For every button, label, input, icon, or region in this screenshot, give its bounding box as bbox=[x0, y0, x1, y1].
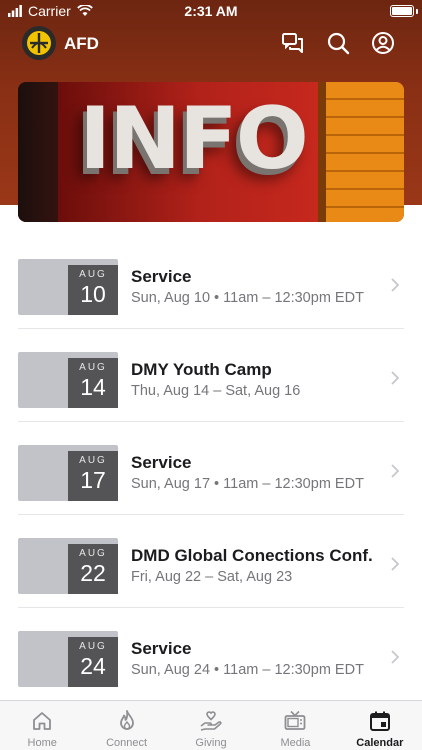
event-date-time: Fri, Aug 22 – Sat, Aug 23 bbox=[131, 569, 293, 585]
event-date-time: Sun, Aug 24 • 11am – 12:30pm EDT bbox=[131, 662, 364, 678]
event-row[interactable]: AUG 24 Service Sun, Aug 24 • 11am – 12:3… bbox=[0, 608, 422, 701]
app-title: AFD bbox=[64, 34, 99, 53]
status-bar: Carrier 2:31 AM bbox=[0, 0, 422, 22]
date-day: 24 bbox=[80, 653, 106, 679]
event-title: DMD Global Conections Conf. bbox=[131, 546, 373, 565]
event-title: Service bbox=[131, 639, 192, 658]
tab-connect[interactable]: Connect bbox=[84, 701, 168, 750]
hero-banner[interactable]: INFO bbox=[18, 82, 404, 222]
date-day: 22 bbox=[80, 560, 106, 586]
tab-media[interactable]: Media bbox=[253, 701, 337, 750]
tab-calendar[interactable]: Calendar bbox=[338, 701, 422, 750]
date-month: AUG bbox=[79, 641, 107, 652]
date-tile: AUG 22 bbox=[68, 544, 118, 594]
event-date-time: Sun, Aug 10 • 11am – 12:30pm EDT bbox=[131, 290, 364, 306]
calendar-icon bbox=[369, 711, 390, 731]
chevron-right-icon bbox=[391, 278, 400, 292]
event-row[interactable]: AUG 14 DMY Youth Camp Thu, Aug 14 – Sat,… bbox=[0, 329, 422, 422]
tab-label: Connect bbox=[106, 737, 148, 749]
date-tile: AUG 14 bbox=[68, 358, 118, 408]
home-icon bbox=[33, 712, 52, 730]
date-tile: AUG 24 bbox=[68, 637, 118, 687]
tab-home[interactable]: Home bbox=[0, 701, 84, 750]
event-thumbnail: AUG 14 bbox=[18, 352, 118, 408]
battery-tip bbox=[416, 9, 418, 14]
date-tile: AUG 17 bbox=[68, 451, 118, 501]
date-tile: AUG 10 bbox=[68, 265, 118, 315]
tv-icon bbox=[285, 710, 306, 730]
giving-hand-icon bbox=[200, 711, 222, 731]
chevron-right-icon bbox=[391, 557, 400, 571]
event-row[interactable]: AUG 10 Service Sun, Aug 10 • 11am – 12:3… bbox=[0, 236, 422, 329]
event-list: AUG 10 Service Sun, Aug 10 • 11am – 12:3… bbox=[0, 236, 422, 701]
tab-giving[interactable]: Giving bbox=[169, 701, 253, 750]
event-thumbnail: AUG 24 bbox=[18, 631, 118, 687]
event-title: Service bbox=[131, 267, 192, 286]
flame-icon bbox=[119, 710, 134, 730]
event-date-time: Sun, Aug 17 • 11am – 12:30pm EDT bbox=[131, 476, 364, 492]
battery-icon bbox=[390, 5, 414, 17]
event-thumbnail: AUG 10 bbox=[18, 259, 118, 315]
chat-icon[interactable] bbox=[281, 31, 305, 55]
event-title: DMY Youth Camp bbox=[131, 360, 272, 379]
status-time: 2:31 AM bbox=[184, 3, 238, 19]
tab-label: Giving bbox=[195, 737, 227, 749]
event-date-time: Thu, Aug 14 – Sat, Aug 16 bbox=[131, 383, 301, 399]
app-header: AFD bbox=[0, 26, 422, 62]
date-month: AUG bbox=[79, 548, 107, 559]
date-day: 14 bbox=[80, 374, 106, 400]
tab-label: Calendar bbox=[356, 737, 404, 749]
event-title: Service bbox=[131, 453, 192, 472]
event-thumbnail: AUG 22 bbox=[18, 538, 118, 594]
date-month: AUG bbox=[79, 269, 107, 280]
chevron-right-icon bbox=[391, 464, 400, 478]
date-month: AUG bbox=[79, 362, 107, 373]
logo-emblem-icon bbox=[27, 31, 51, 55]
tab-label: Home bbox=[27, 737, 57, 749]
chevron-right-icon bbox=[391, 650, 400, 664]
date-month: AUG bbox=[79, 455, 107, 466]
hero-title: INFO bbox=[79, 89, 309, 189]
event-thumbnail: AUG 17 bbox=[18, 445, 118, 501]
tab-bar: Home Connect Giving Media Calendar bbox=[0, 700, 422, 750]
event-row[interactable]: AUG 17 Service Sun, Aug 17 • 11am – 12:3… bbox=[0, 422, 422, 515]
profile-icon[interactable] bbox=[371, 31, 395, 55]
date-day: 17 bbox=[80, 467, 106, 493]
tab-label: Media bbox=[280, 737, 311, 749]
search-icon[interactable] bbox=[326, 31, 350, 55]
church-logo[interactable] bbox=[22, 26, 56, 60]
chevron-right-icon bbox=[391, 371, 400, 385]
date-day: 10 bbox=[80, 281, 106, 307]
event-row[interactable]: AUG 22 DMD Global Conections Conf. Fri, … bbox=[0, 515, 422, 608]
